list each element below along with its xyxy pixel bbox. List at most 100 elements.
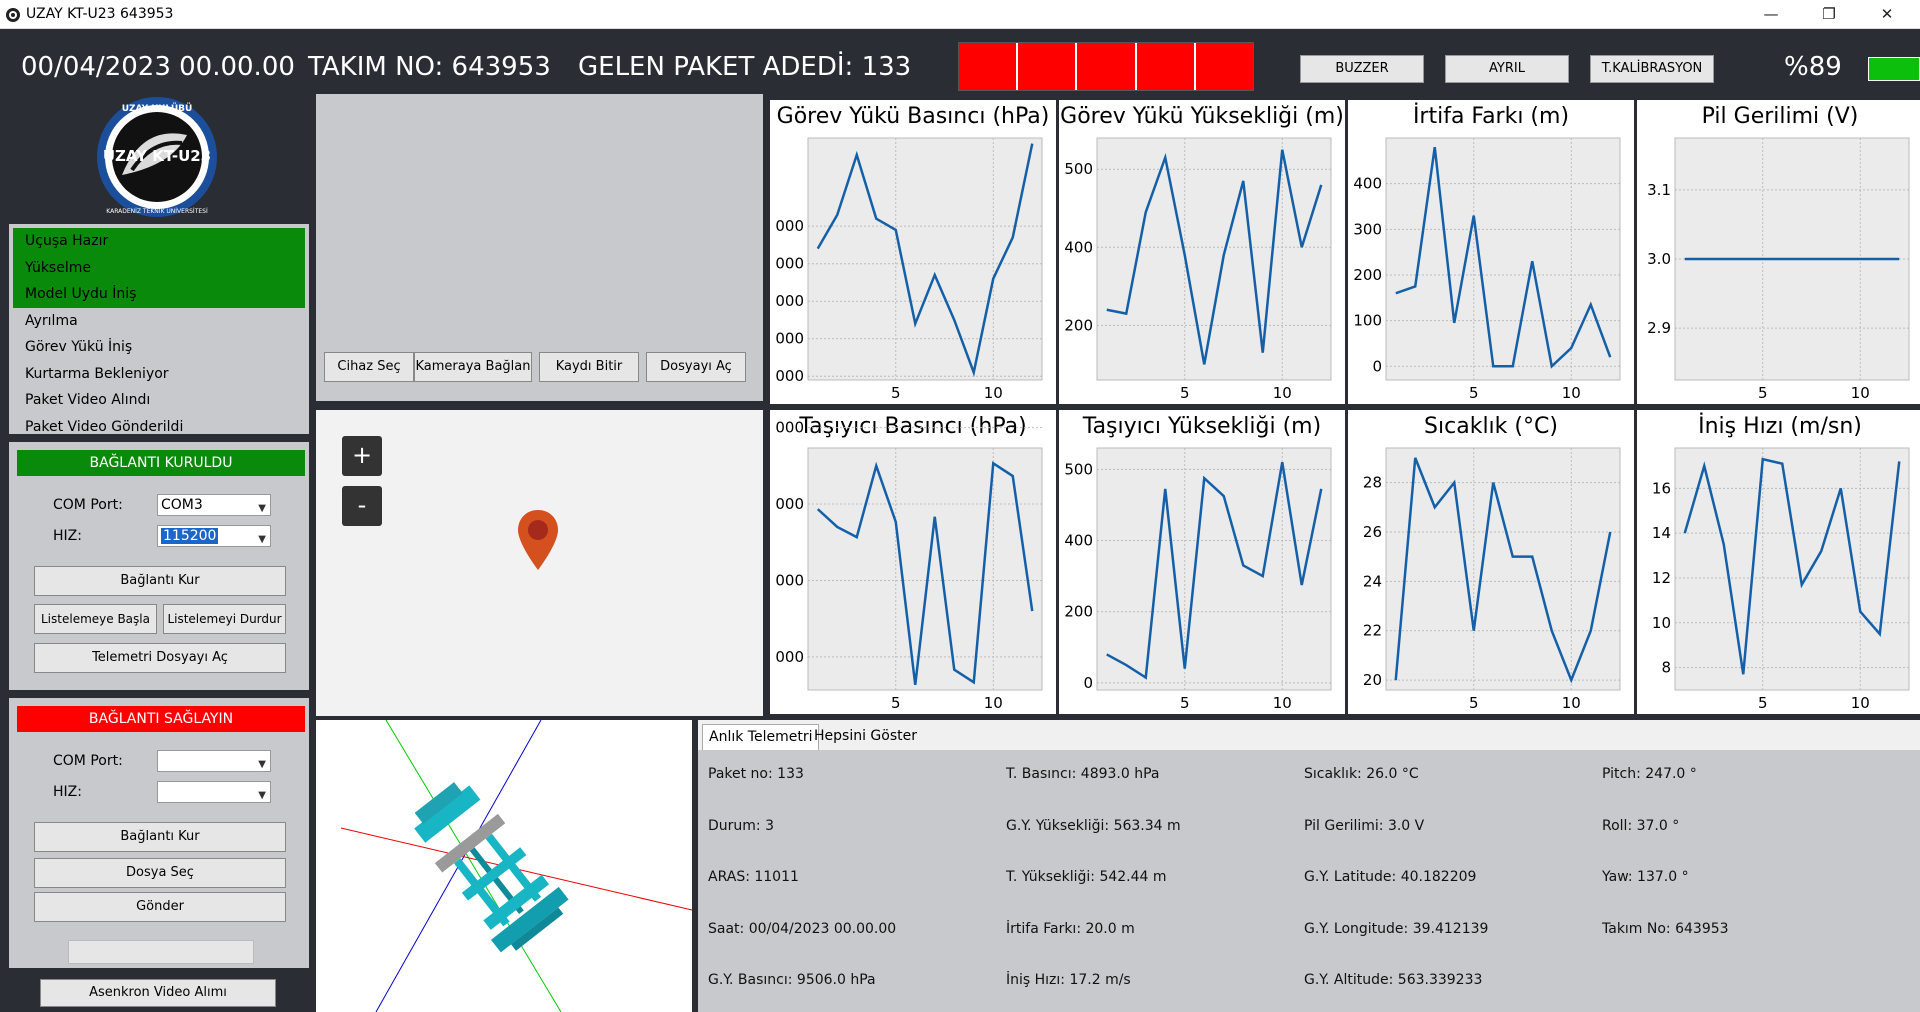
com-port-label-1: COM Port: — [53, 497, 123, 513]
datetime-label: 00/04/2023 00.00.00 — [21, 52, 295, 82]
chart-panel: Görev Yükü Basıncı (hPa) 5 10 000 000 000 000 0… — [770, 100, 1056, 404]
select-file-button[interactable]: Dosya Seç — [34, 858, 286, 888]
app-icon — [6, 8, 20, 22]
async-video-button[interactable]: Asenkron Video Alımı — [40, 979, 276, 1007]
y-tick-label: 200 — [1064, 603, 1093, 621]
telemetry-value: T. Basıncı: 4893.0 hPa — [1006, 766, 1160, 782]
chevron-down-icon: ▼ — [258, 534, 266, 545]
tab-show-all[interactable]: Hepsini Göster — [808, 724, 923, 750]
flight-status-item: Ayrılma — [25, 312, 78, 329]
chevron-down-icon: ▼ — [258, 759, 266, 770]
connect-button-1[interactable]: Bağlantı Kur — [34, 566, 286, 596]
satellite-3d-model — [340, 720, 692, 1012]
tab-instant-telemetry[interactable]: Anlık Telemetri — [702, 724, 820, 750]
battery-indicator — [1868, 57, 1920, 81]
plot-area — [1096, 447, 1332, 691]
com-port-select-1[interactable]: COM3 ▼ — [157, 494, 271, 516]
chart-panel: Görev Yükü Yüksekliği (m) 5 10 200 400 500 — [1059, 100, 1345, 404]
chart-panel: İniş Hızı (m/sn) 5 10 8 10 12 14 16 — [1637, 410, 1920, 714]
telemetry-value: G.Y. Basıncı: 9506.0 hPa — [708, 972, 876, 988]
com-port-select-2[interactable]: ▼ — [157, 750, 271, 772]
chart-svg: 5 10 0 200 400 500 — [1064, 447, 1332, 712]
speed-select-2[interactable]: ▼ — [157, 781, 271, 803]
charts-grid: Görev Yükü Basıncı (hPa) 5 10 000 000 000 000 0… — [768, 98, 1920, 716]
stop-listing-button[interactable]: Listelemeyi Durdur — [163, 604, 286, 634]
y-tick-label: 28 — [1363, 474, 1382, 492]
y-tick-label: 000 — [775, 648, 804, 666]
y-tick-label: 500 — [1064, 160, 1093, 178]
x-tick-label: 5 — [1758, 694, 1768, 712]
telemetry-value: G.Y. Longitude: 39.412139 — [1304, 920, 1489, 937]
y-tick-label: 400 — [1064, 238, 1093, 256]
connect-camera-button[interactable]: Kameraya Bağlan — [414, 352, 532, 382]
y-tick-label: 200 — [1353, 266, 1382, 284]
separate-button[interactable]: AYRIL — [1445, 55, 1569, 83]
telemetry-value: Yaw: 137.0 ° — [1602, 869, 1689, 885]
telemetry-panel: Anlık Telemetri Hepsini Göster Paket no:… — [698, 720, 1920, 1012]
flight-status-item: Uçuşa Hazır — [13, 228, 305, 255]
window-title: UZAY KT-U23 643953 — [26, 6, 174, 22]
y-tick-label: 8 — [1661, 659, 1671, 677]
buzzer-button[interactable]: BUZZER — [1300, 55, 1424, 83]
y-tick-label: 10 — [1652, 614, 1671, 632]
telemetry-value: G.Y. Altitude: 563.339233 — [1304, 972, 1483, 988]
start-listing-button[interactable]: Listelemeye Başla — [34, 604, 157, 634]
x-tick-label: 10 — [1562, 694, 1581, 712]
y-tick-label: 20 — [1363, 671, 1382, 689]
status-indicator-5 — [1195, 43, 1254, 90]
select-device-button[interactable]: Cihaz Seç — [324, 352, 414, 382]
y-tick-label: 100 — [1353, 312, 1382, 330]
x-tick-label: 5 — [1180, 694, 1190, 712]
map-view[interactable]: + - — [316, 410, 763, 716]
telemetry-value: G.Y. Latitude: 40.182209 — [1304, 869, 1477, 885]
svg-text:UZAY KULÜBÜ: UZAY KULÜBÜ — [122, 103, 193, 114]
y-tick-label: 14 — [1652, 524, 1671, 542]
satellite-3d-view[interactable] — [316, 720, 692, 1012]
close-button[interactable]: ✕ — [1858, 0, 1916, 29]
stop-recording-button[interactable]: Kaydı Bitir — [539, 352, 639, 382]
telemetry-value: ARAS: 11011 — [708, 869, 799, 885]
y-tick-label: 500 — [1064, 460, 1093, 478]
club-logo: UZAY KT-U23 UZAY KULÜBÜ KARADENİZ TEKNİK… — [97, 97, 217, 217]
y-tick-label: 22 — [1363, 622, 1382, 640]
y-tick-label: 12 — [1652, 569, 1671, 587]
speed-select-1[interactable]: 115200 ▼ — [157, 525, 271, 547]
telemetry-value: Pitch: 247.0 ° — [1602, 766, 1697, 782]
flight-status-item: Paket Video Gönderildi — [25, 418, 184, 435]
restore-button[interactable]: ❐ — [1800, 0, 1858, 29]
connection-panel-1: BAĞLANTI KURULDU COM Port: COM3 ▼ HIZ: 11… — [9, 442, 309, 690]
x-tick-label: 5 — [1180, 384, 1190, 402]
team-number-label: TAKIM NO: 643953 — [308, 52, 551, 82]
chart-panel: Sıcaklık (°C) 5 10 20 22 24 26 28 — [1348, 410, 1634, 714]
chart-panel: İrtifa Farkı (m) 5 10 0 100 200 300 400 — [1348, 100, 1634, 404]
status-indicator-4 — [1136, 43, 1196, 90]
minimize-button[interactable]: — — [1742, 0, 1800, 29]
status-indicator-1 — [959, 43, 1019, 90]
telemetry-value: Takım No: 643953 — [1602, 920, 1729, 937]
telemetry-value: Roll: 37.0 ° — [1602, 817, 1680, 834]
connection-status-2: BAĞLANTI SAĞLAYIN — [17, 706, 305, 732]
y-tick-label: 000 — [775, 292, 804, 310]
open-telemetry-file-button[interactable]: Telemetri Dosyayı Aç — [34, 643, 286, 673]
y-tick-label: 3.1 — [1647, 181, 1671, 199]
x-tick-label: 10 — [984, 694, 1003, 712]
send-button[interactable]: Gönder — [34, 892, 286, 922]
y-tick-label: 000 — [775, 367, 804, 385]
connect-button-2[interactable]: Bağlantı Kur — [34, 822, 286, 852]
zoom-in-button[interactable]: + — [342, 436, 382, 476]
chart-svg: 5 10 2.9 3.0 3.1 — [1647, 137, 1910, 402]
plot-area — [1385, 447, 1621, 691]
open-video-file-button[interactable]: Dosyayı Aç — [646, 352, 746, 382]
zoom-out-button[interactable]: - — [342, 486, 382, 526]
telemetry-value: G.Y. Yüksekliği: 563.34 m — [1006, 817, 1181, 834]
chart-svg: 5 10 000 000 000 000 — [775, 419, 1043, 712]
location-pin-icon — [518, 510, 558, 570]
calibration-button[interactable]: T.KALİBRASYON — [1590, 55, 1714, 83]
flight-status-item: Paket Video Alındı — [25, 392, 151, 408]
x-tick-label: 5 — [1469, 694, 1479, 712]
svg-text:UZAY KT-U23: UZAY KT-U23 — [103, 147, 211, 165]
y-tick-label: 24 — [1363, 572, 1382, 590]
y-tick-label: 000 — [775, 571, 804, 589]
com-port-label-2: COM Port: — [53, 753, 123, 769]
chevron-down-icon: ▼ — [258, 503, 266, 514]
